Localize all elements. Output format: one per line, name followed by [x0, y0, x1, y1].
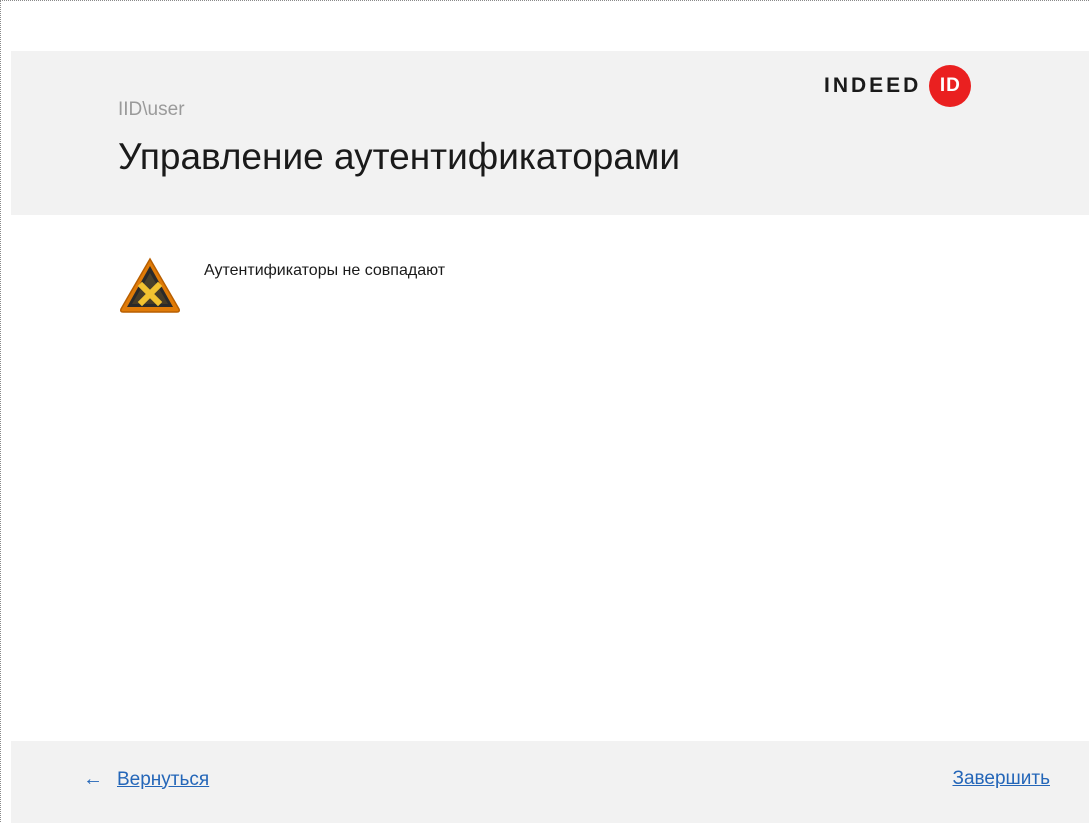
page-title: Управление аутентификаторами: [118, 136, 681, 177]
arrow-left-icon: ←: [83, 768, 103, 790]
logo-wordmark: INDEED: [824, 74, 922, 97]
message-text: Аутентификаторы не совпадают: [204, 262, 446, 279]
warning-icon: [120, 257, 180, 313]
finish-link[interactable]: Завершить: [952, 768, 1050, 790]
header-band: IID\user Управление аутентификаторами IN…: [11, 51, 1089, 215]
back-link-label[interactable]: Вернуться: [117, 769, 209, 791]
status-message: Аутентификаторы не совпадают: [118, 256, 445, 314]
current-user-label: IID\user: [118, 99, 185, 120]
wizard-window: IID\user Управление аутентификаторами IN…: [0, 0, 1089, 823]
back-link[interactable]: ← Вернуться: [83, 768, 209, 791]
indeed-id-logo: INDEED ID: [824, 65, 972, 107]
logo-id-badge: ID: [929, 65, 972, 107]
